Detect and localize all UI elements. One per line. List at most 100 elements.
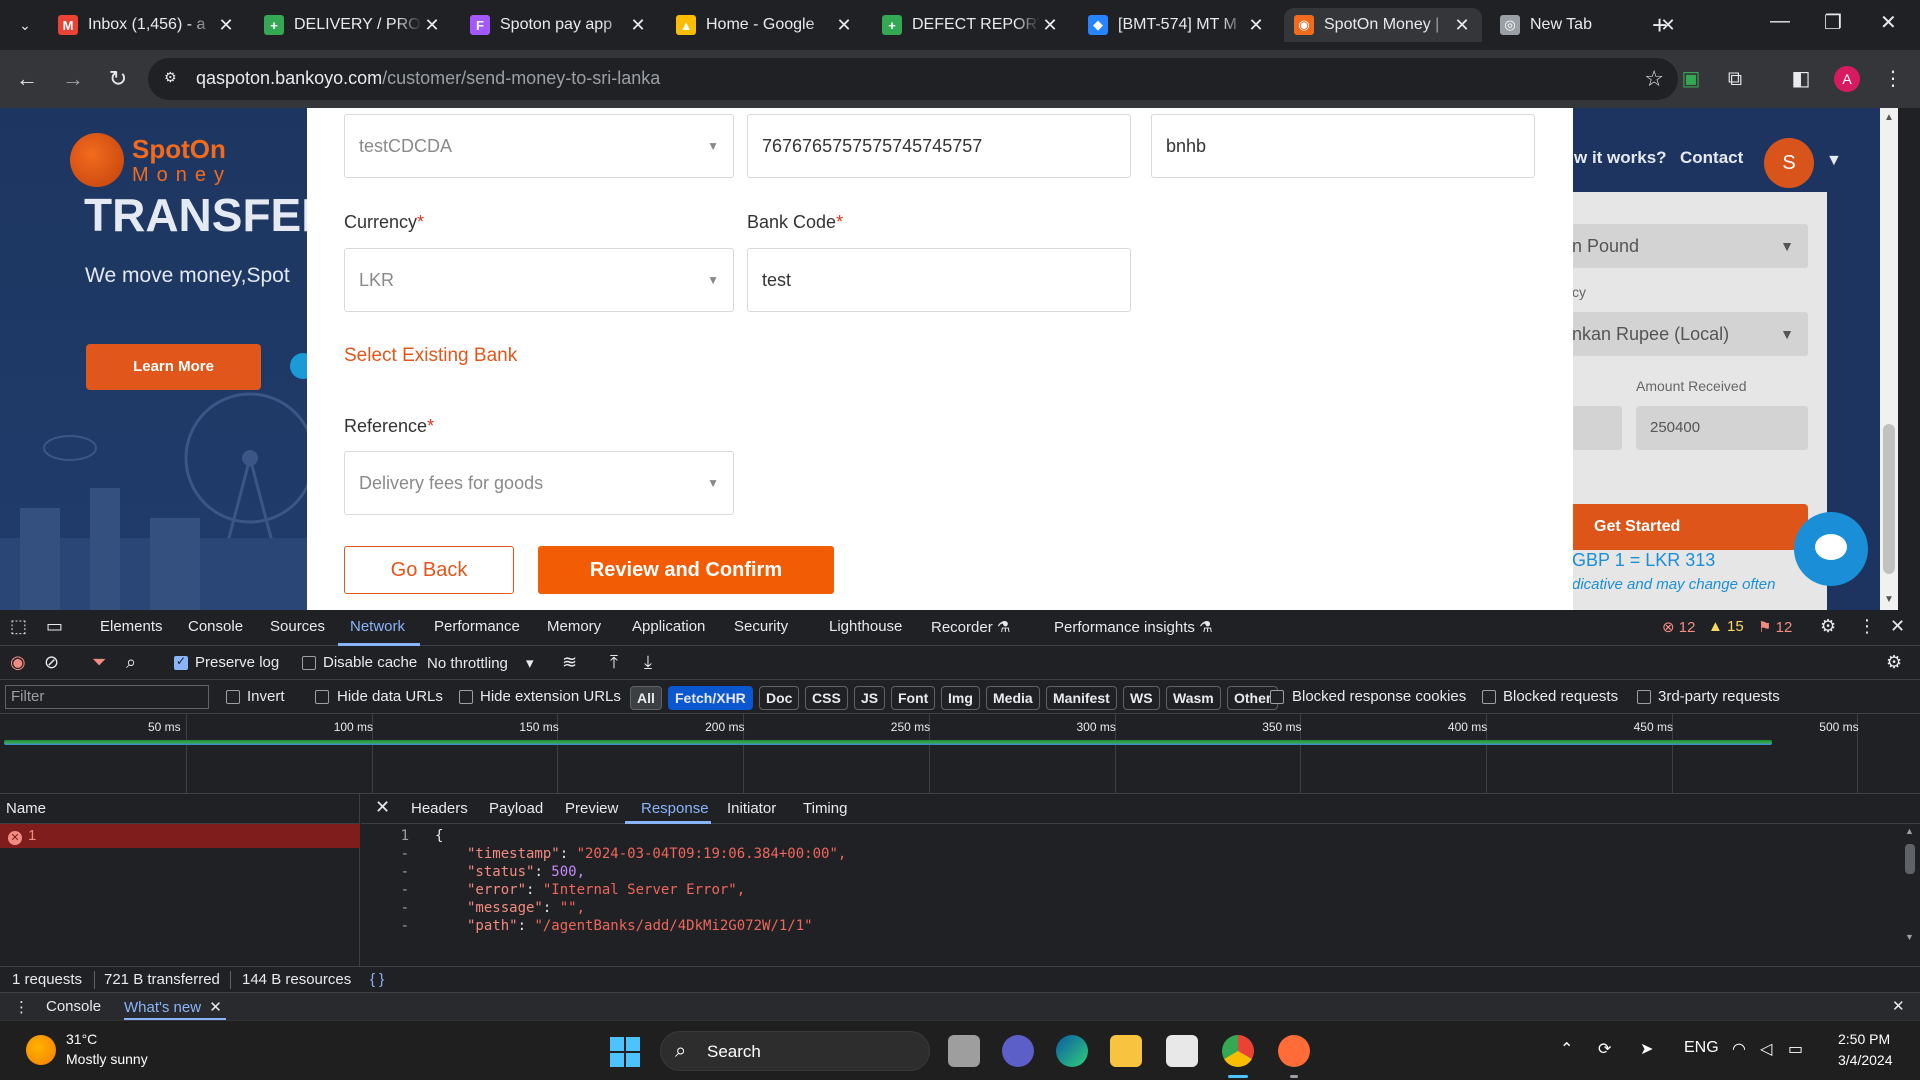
input-language[interactable]: ENG	[1684, 1039, 1719, 1057]
address-bar[interactable]: ⚙ qaspoton.bankoyo.com/customer/send-mon…	[148, 58, 1678, 100]
chrome-icon[interactable]	[1222, 1035, 1254, 1067]
resource-type-filter[interactable]: Media	[986, 686, 1040, 710]
postman-icon[interactable]	[1278, 1035, 1310, 1067]
export-har-icon[interactable]: ⤓	[644, 652, 652, 673]
teams-chat-icon[interactable]	[1002, 1035, 1034, 1067]
drawer-tab-whats-new[interactable]: What's new ✕	[124, 998, 222, 1016]
disable-cache-checkbox[interactable]	[302, 656, 316, 670]
pretty-print-icon[interactable]: { }	[370, 971, 384, 988]
wifi-icon[interactable]: ◠	[1732, 1039, 1746, 1059]
microsoft-store-icon[interactable]	[1166, 1035, 1198, 1067]
bank-code-input[interactable]: test	[747, 248, 1131, 312]
record-stop-icon[interactable]: ◉	[10, 652, 26, 673]
extension-green-icon[interactable]: ▣	[1678, 66, 1704, 92]
forward-arrow-icon[interactable]: →	[58, 64, 88, 94]
third-party-checkbox[interactable]	[1637, 690, 1651, 704]
close-tab-icon[interactable]: ✕	[209, 999, 222, 1016]
filter-funnel-icon[interactable]: ⏷	[92, 652, 106, 673]
hide-data-urls-checkbox[interactable]	[315, 690, 329, 704]
devtools-tab[interactable]: Elements	[100, 618, 163, 635]
amount-send-input[interactable]	[1572, 406, 1622, 450]
volume-icon[interactable]: ◁	[1760, 1039, 1772, 1059]
clock-date[interactable]: 3/4/2024	[1838, 1052, 1893, 1068]
browser-tab[interactable]: ◆ [BMT-574] MT M ✕	[1078, 8, 1276, 42]
devtools-tab[interactable]: Recorder ⚗	[931, 618, 1010, 636]
extensions-puzzle-icon[interactable]: ⧉	[1722, 66, 1748, 92]
task-view-icon[interactable]	[948, 1035, 980, 1067]
network-timeline-overview[interactable]: 50 ms 100 ms 150 ms 200 ms 250 ms 300 ms 350 m…	[0, 714, 1920, 794]
chat-widget-icon[interactable]	[1794, 512, 1868, 586]
response-scrollbar[interactable]: ▲ ▼	[1901, 824, 1919, 948]
new-tab-plus-icon[interactable]: +	[1652, 12, 1667, 38]
tab-close-icon[interactable]: ✕	[216, 15, 236, 36]
browser-menu-icon[interactable]: ⋮	[1880, 66, 1906, 92]
browser-tab[interactable]: ◉ SpotOn Money | ✕	[1284, 8, 1482, 42]
devtools-settings-gear-icon[interactable]: ⚙	[1820, 616, 1836, 637]
blocked-requests-checkbox[interactable]	[1482, 690, 1496, 704]
file-explorer-icon[interactable]	[1110, 1035, 1142, 1067]
site-info-icon[interactable]: ⚙	[164, 69, 184, 89]
drawer-tab-console[interactable]: Console	[46, 998, 101, 1015]
tab-close-icon[interactable]: ✕	[834, 15, 854, 36]
taskbar-search[interactable]: ⌕ Search	[660, 1031, 930, 1071]
currency-select[interactable]: LKR ▼	[344, 248, 734, 312]
browser-tab[interactable]: ▲ Home - Google ✕	[666, 8, 864, 42]
drawer-close-icon[interactable]: ✕	[1892, 997, 1905, 1015]
weather-sun-icon[interactable]	[26, 1035, 56, 1065]
resource-type-filter[interactable]: WS	[1123, 686, 1160, 710]
sync-icon[interactable]: ⟳	[1598, 1039, 1611, 1059]
profile-avatar[interactable]: A	[1834, 66, 1860, 92]
back-arrow-icon[interactable]: ←	[12, 64, 42, 94]
hide-extension-urls-checkbox[interactable]	[459, 690, 473, 704]
go-back-button[interactable]: Go Back	[344, 546, 514, 594]
devtools-tab[interactable]: Console	[188, 618, 243, 635]
edge-browser-icon[interactable]	[1056, 1035, 1088, 1067]
devtools-tab[interactable]: Network	[350, 618, 405, 635]
drawer-menu-icon[interactable]: ⋮	[14, 998, 29, 1016]
name-column-header[interactable]: Name	[0, 794, 360, 824]
account-number-input[interactable]: 767676575757574574575​7	[747, 114, 1131, 178]
resource-type-filter[interactable]: Manifest	[1046, 686, 1117, 710]
detail-tab[interactable]: Payload	[489, 800, 543, 817]
reload-icon[interactable]: ↻	[103, 64, 133, 94]
scroll-down-arrow-icon[interactable]: ▼	[1884, 594, 1894, 605]
error-count-badge[interactable]: ⊗ 12	[1662, 618, 1695, 636]
weather-temperature[interactable]: 31°C	[66, 1031, 97, 1047]
detail-tab[interactable]: Timing	[803, 800, 847, 817]
tray-overflow-chevron-icon[interactable]: ⌃	[1560, 1039, 1573, 1059]
resource-type-filter[interactable]: Fetch/XHR	[668, 686, 753, 710]
tab-close-icon[interactable]: ✕	[1452, 15, 1472, 36]
bank-select[interactable]: testCDCDA ▼	[344, 114, 734, 178]
warning-count-badge[interactable]: ▲ 15	[1708, 618, 1744, 635]
page-scrollbar[interactable]: ▲ ▼	[1880, 108, 1898, 610]
user-menu-caret-icon[interactable]: ▼	[1826, 152, 1842, 170]
resource-type-filter[interactable]: All	[630, 686, 662, 710]
resource-type-filter[interactable]: Font	[891, 686, 936, 710]
clock-time[interactable]: 2:50 PM	[1838, 1031, 1890, 1047]
issues-count-badge[interactable]: ⚑ 12	[1758, 618, 1792, 636]
browser-tab[interactable]: M Inbox (1,456) - a ✕	[48, 8, 246, 42]
tab-close-icon[interactable]: ✕	[1040, 15, 1060, 36]
invert-checkbox[interactable]	[226, 690, 240, 704]
detail-tab[interactable]: Initiator	[727, 800, 776, 817]
request-row-failed[interactable]: ✕ 1	[0, 824, 360, 848]
devtools-tab[interactable]: Performance insights ⚗	[1054, 618, 1213, 636]
scrollbar-thumb[interactable]	[1883, 424, 1895, 574]
nav-contact-link[interactable]: Contact	[1680, 148, 1743, 168]
resource-type-filter[interactable]: Doc	[759, 686, 800, 710]
network-conditions-wifi-icon[interactable]: ≋	[562, 652, 577, 673]
close-detail-icon[interactable]: ✕	[375, 797, 390, 818]
browser-tab[interactable]: + DELIVERY / PROJ ✕	[254, 8, 452, 42]
url-text[interactable]: qaspoton.bankoyo.com/customer/send-money…	[196, 68, 660, 89]
import-har-icon[interactable]: ⤒	[610, 652, 618, 673]
weather-description[interactable]: Mostly sunny	[66, 1051, 148, 1067]
detail-tab[interactable]: Headers	[411, 800, 468, 817]
preserve-log-checkbox[interactable]	[174, 654, 188, 670]
amount-received-input[interactable]: 250400	[1636, 406, 1808, 450]
tab-search-chevron-icon[interactable]: ⌄	[12, 12, 38, 38]
resource-type-filter[interactable]: Wasm	[1166, 686, 1221, 710]
window-close-icon[interactable]: ✕	[1880, 10, 1897, 35]
devtools-close-icon[interactable]: ✕	[1890, 616, 1905, 637]
restore-icon[interactable]: ❐	[1824, 10, 1842, 35]
select-existing-bank-link[interactable]: Select Existing Bank	[344, 345, 517, 367]
